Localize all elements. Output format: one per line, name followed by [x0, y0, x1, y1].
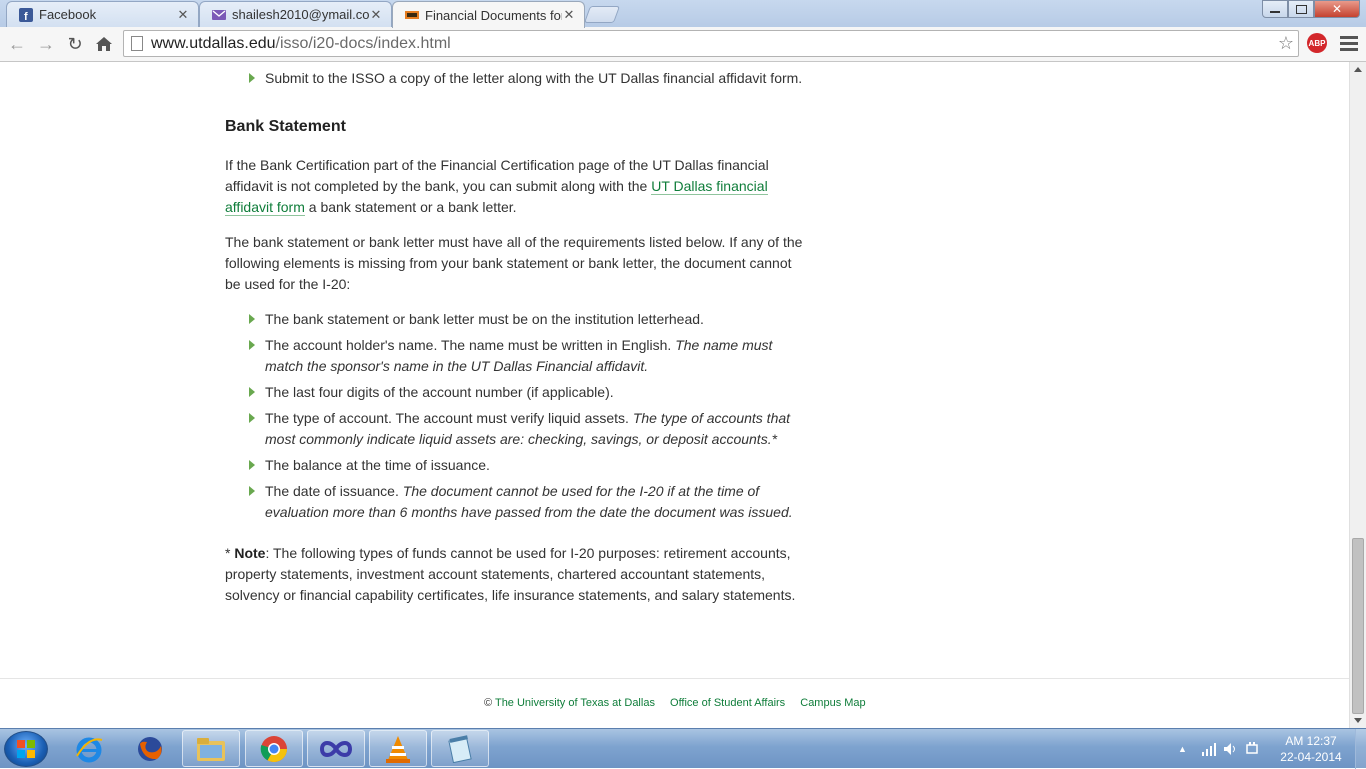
browser-toolbar: ← → ↻ www.utdallas.edu/isso/i20-docs/ind…	[0, 27, 1366, 62]
taskbar-internet-explorer[interactable]	[60, 730, 118, 767]
firefox-icon	[138, 736, 162, 761]
bookmark-star-icon[interactable]: ☆	[1274, 33, 1298, 54]
show-hidden-icons-icon[interactable]: ▲	[1178, 744, 1187, 754]
footer-divider	[0, 678, 1349, 679]
student-affairs-link[interactable]: Office of Student Affairs	[670, 697, 785, 709]
close-tab-icon[interactable]: ✕	[369, 7, 383, 23]
list-item: The date of issuance. The document canno…	[225, 481, 810, 523]
list-item: The account holder's name. The name must…	[225, 335, 810, 377]
clock-date: 22-04-2014	[1280, 750, 1342, 764]
paragraph-requirements: The bank statement or bank letter must h…	[225, 234, 803, 292]
minimize-button[interactable]	[1262, 0, 1288, 18]
taskbar-notepad[interactable]	[431, 730, 489, 767]
scrollbar-thumb[interactable]	[1352, 538, 1364, 714]
home-button[interactable]	[92, 32, 116, 56]
network-signal-icon[interactable]	[1201, 742, 1217, 756]
address-bar[interactable]: www.utdallas.edu/isso/i20-docs/index.htm…	[123, 30, 1299, 57]
reload-button[interactable]: ↻	[63, 32, 87, 56]
taskbar-firefox[interactable]	[121, 730, 179, 767]
note-paragraph: * Note: The following types of funds can…	[225, 545, 796, 603]
scroll-up-icon[interactable]	[1354, 67, 1362, 72]
restore-button[interactable]	[1288, 0, 1314, 18]
chrome-menu-icon[interactable]	[1340, 33, 1358, 53]
mail-icon	[212, 9, 226, 20]
campus-map-link[interactable]: Campus Map	[800, 697, 865, 709]
page-viewport: Submit to the ISSO a copy of the letter …	[0, 62, 1349, 728]
windows-logo-icon	[17, 740, 35, 758]
list-item: The last four digits of the account numb…	[225, 382, 810, 403]
url-text[interactable]: www.utdallas.edu/isso/i20-docs/index.htm…	[151, 35, 1274, 53]
main-content: Submit to the ISSO a copy of the letter …	[225, 62, 810, 606]
bullet-arrow-icon	[249, 413, 255, 423]
section-heading: Bank Statement	[225, 118, 346, 135]
chrome-icon	[260, 735, 288, 762]
list-item: The bank statement or bank letter must b…	[225, 309, 810, 330]
system-clock[interactable]: AM 12:37 22-04-2014	[1276, 733, 1346, 765]
utd-logo-icon	[405, 11, 419, 19]
list-item: The type of account. The account must ve…	[225, 408, 810, 450]
vertical-scrollbar[interactable]	[1349, 62, 1366, 728]
list-item: The balance at the time of issuance.	[225, 455, 810, 476]
taskbar-file-explorer[interactable]	[182, 730, 240, 767]
paragraph-intro: If the Bank Certification part of the Fi…	[225, 157, 769, 216]
requirements-list: The bank statement or bank letter must b…	[225, 309, 810, 523]
adblock-plus-icon[interactable]: ABP	[1307, 33, 1327, 53]
tab-title: shailesh2010@ymail.com	[232, 7, 369, 22]
top-list: Submit to the ISSO a copy of the letter …	[225, 68, 810, 89]
system-tray: ▲	[1178, 729, 1259, 769]
scroll-down-icon[interactable]	[1354, 718, 1362, 723]
page-icon	[131, 36, 143, 51]
volume-icon[interactable]	[1223, 742, 1239, 756]
bullet-arrow-icon	[249, 486, 255, 496]
facebook-icon: f	[19, 7, 33, 22]
taskbar-infinity-app[interactable]	[307, 730, 365, 767]
taskbar-chrome[interactable]	[245, 730, 303, 767]
power-plug-icon[interactable]	[1245, 741, 1259, 757]
vlc-icon	[386, 735, 410, 763]
tab-financial-documents[interactable]: Financial Documents for I ✕	[392, 1, 585, 28]
tab-ymail[interactable]: shailesh2010@ymail.com ✕	[199, 1, 392, 27]
close-window-button[interactable]: ✕	[1314, 0, 1360, 18]
internet-explorer-icon	[76, 737, 103, 762]
folder-icon	[197, 737, 225, 761]
windows-taskbar: ▲ AM 12:37 22-04-2014	[0, 728, 1366, 769]
start-button[interactable]	[4, 731, 48, 767]
bullet-arrow-icon	[249, 73, 255, 83]
bullet-arrow-icon	[249, 314, 255, 324]
page-footer: © The University of Texas at Dallas Offi…	[484, 697, 866, 709]
forward-button[interactable]: →	[34, 32, 58, 56]
show-desktop-button[interactable]	[1355, 729, 1366, 769]
back-button[interactable]: ←	[5, 32, 29, 56]
close-tab-icon[interactable]: ✕	[176, 7, 190, 23]
bullet-arrow-icon	[249, 460, 255, 470]
clock-time: AM 12:37	[1285, 734, 1337, 748]
new-tab-button[interactable]	[583, 6, 621, 23]
tab-title: Financial Documents for I	[425, 7, 562, 23]
bullet-arrow-icon	[249, 387, 255, 397]
utd-footer-link[interactable]: The University of Texas at Dallas	[495, 697, 655, 709]
tab-facebook[interactable]: f Facebook ✕	[6, 1, 199, 27]
home-icon	[96, 37, 112, 51]
taskbar-vlc[interactable]	[369, 730, 427, 767]
close-tab-icon[interactable]: ✕	[562, 7, 576, 23]
bullet-arrow-icon	[249, 340, 255, 350]
notepad-icon	[448, 734, 472, 763]
infinity-icon	[319, 740, 353, 757]
tab-title: Facebook	[39, 7, 97, 22]
tab-strip: f Facebook ✕ shailesh2010@ymail.com ✕ Fi…	[0, 0, 1366, 28]
svg-text:f: f	[24, 11, 28, 22]
list-item: Submit to the ISSO a copy of the letter …	[225, 68, 810, 89]
